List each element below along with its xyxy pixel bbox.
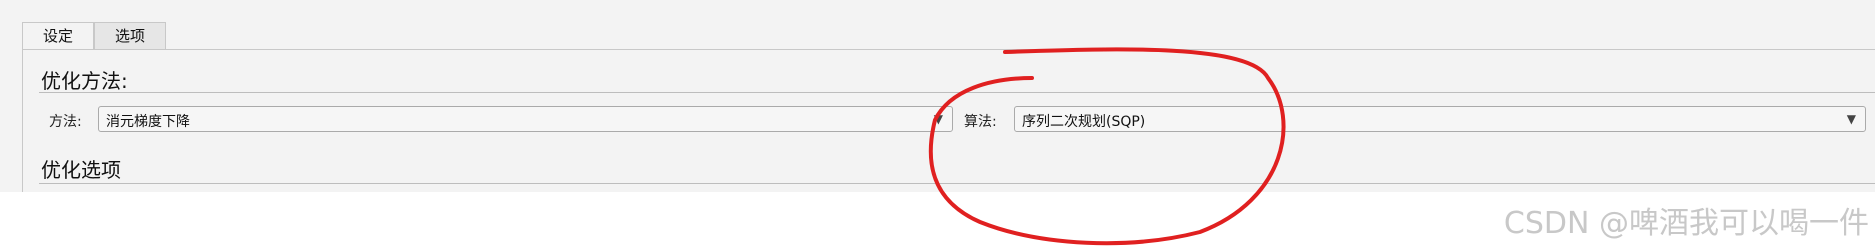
annotation-stroke	[928, 47, 1286, 246]
watermark-text: CSDN @啤酒我可以喝一件	[1503, 206, 1869, 241]
